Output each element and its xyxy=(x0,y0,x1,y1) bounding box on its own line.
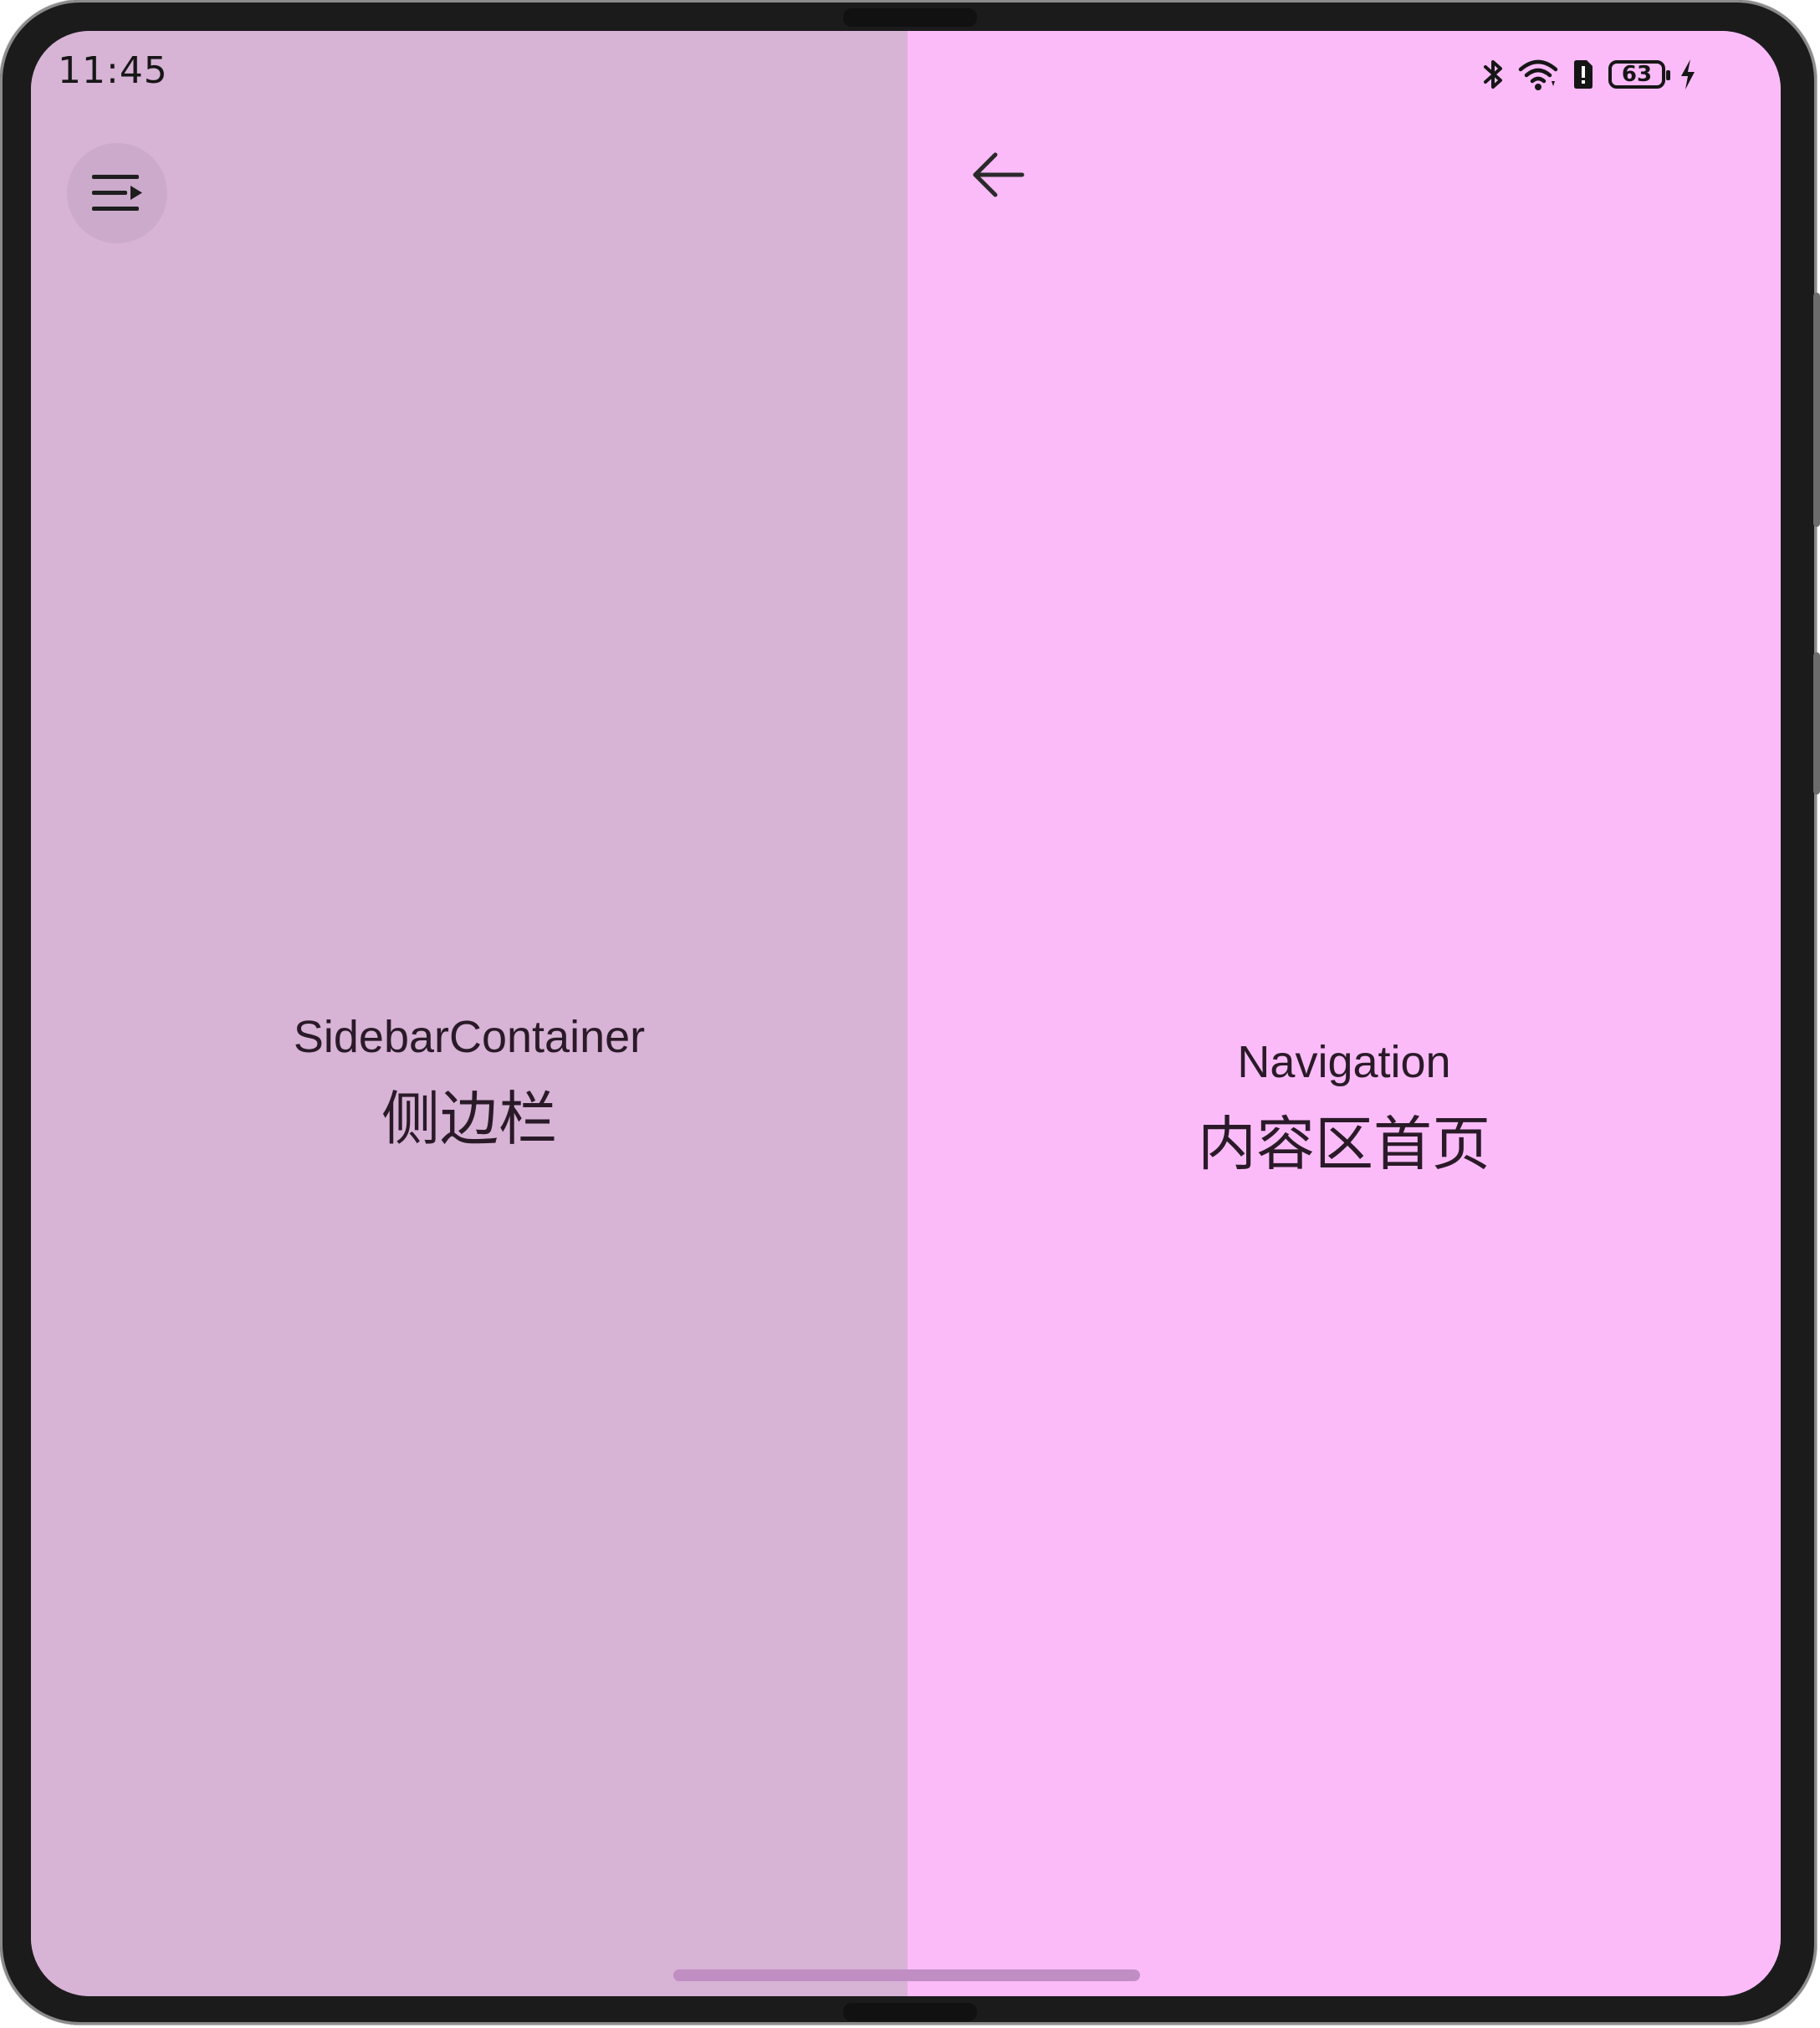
battery-icon: 63 xyxy=(1608,60,1670,89)
sidebar-toggle-icon xyxy=(92,175,142,211)
power-button xyxy=(1813,652,1820,794)
wifi-icon xyxy=(1518,59,1558,90)
screen: 11:45 SidebarContainer 侧边栏 63 Navigation… xyxy=(31,31,1781,1996)
sim-alert-icon xyxy=(1574,60,1592,89)
content-title: Navigation xyxy=(1237,1037,1451,1087)
hinge-bottom xyxy=(843,2003,977,2021)
content-subtitle: 内容区首页 xyxy=(1198,1110,1490,1178)
hinge-top xyxy=(843,8,977,27)
status-icons: 63 xyxy=(1483,56,1697,93)
sidebar-toggle-button[interactable] xyxy=(67,143,167,243)
battery-level: 63 xyxy=(1621,62,1653,87)
navigation-content: 63 Navigation 内容区首页 xyxy=(907,31,1781,1996)
back-arrow-icon xyxy=(973,152,1025,197)
back-button[interactable] xyxy=(964,141,1031,208)
sidebar-subtitle: 侧边栏 xyxy=(381,1085,557,1153)
sidebar-container: 11:45 SidebarContainer 侧边栏 xyxy=(31,31,907,1996)
home-indicator[interactable] xyxy=(673,1969,1140,1981)
volume-button xyxy=(1813,293,1820,527)
bluetooth-icon xyxy=(1484,60,1502,89)
charging-icon xyxy=(1681,59,1695,89)
sidebar-label-block: SidebarContainer 侧边栏 xyxy=(31,1008,907,1165)
sidebar-title: SidebarContainer xyxy=(293,1012,646,1062)
content-label-block: Navigation 内容区首页 xyxy=(907,1033,1781,1190)
status-time: 11:45 xyxy=(58,49,168,92)
